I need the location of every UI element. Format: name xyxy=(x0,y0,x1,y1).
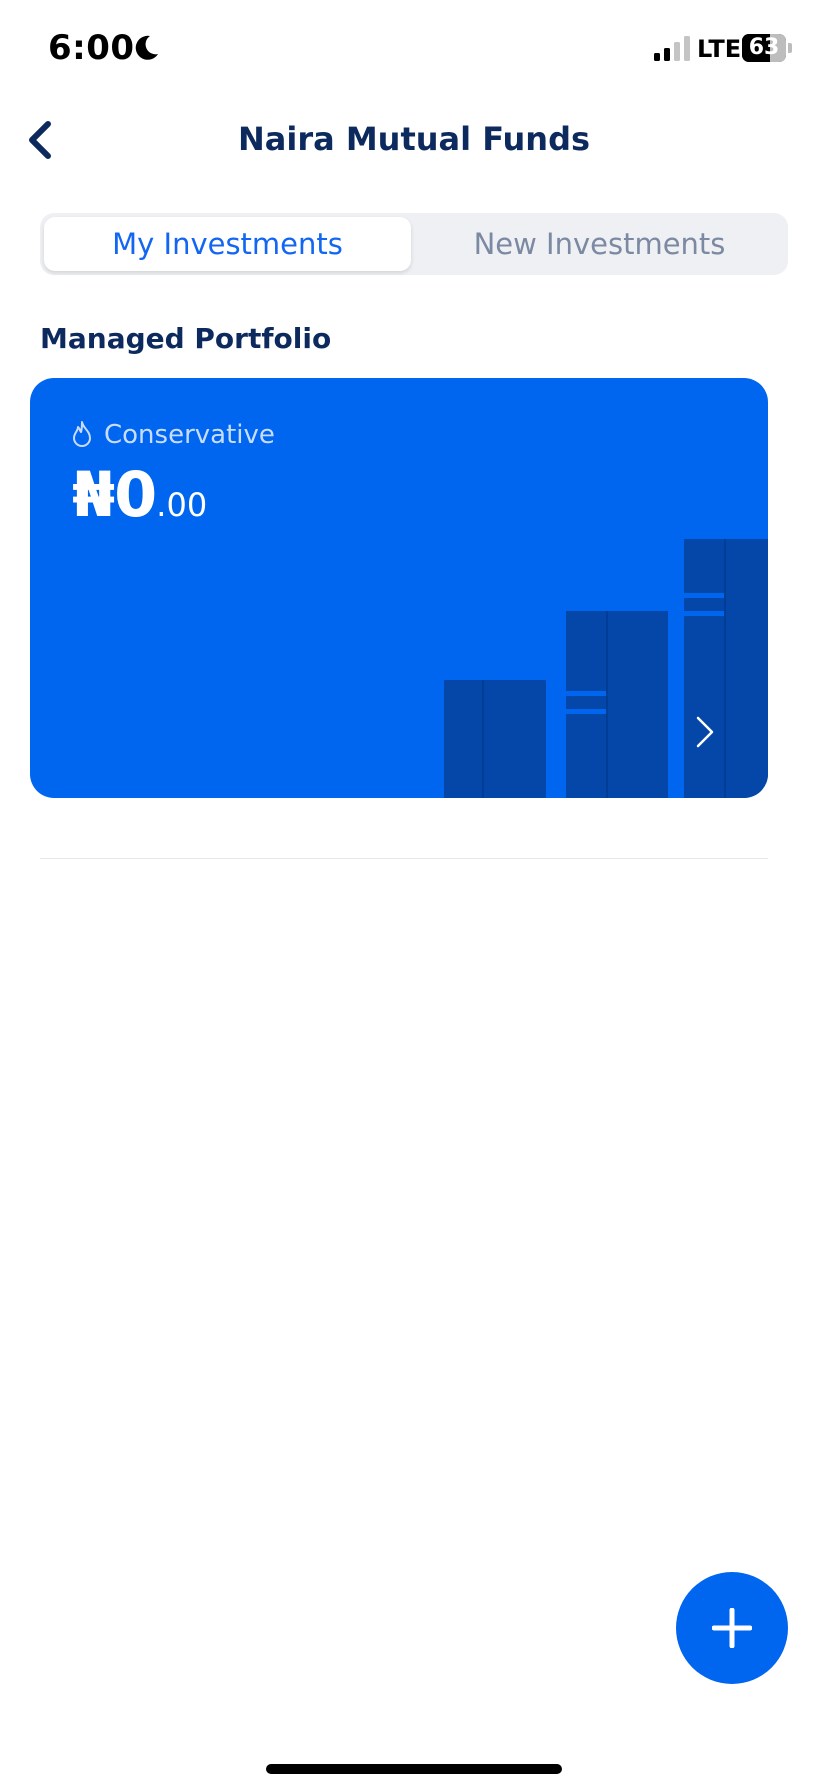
battery-icon: 63 xyxy=(742,34,792,62)
moon-icon xyxy=(135,35,158,60)
portfolio-card[interactable]: Conservative ₦0.00 xyxy=(30,378,768,798)
status-bar: 6:00 LTE 63 xyxy=(0,0,828,100)
add-investment-button[interactable] xyxy=(676,1572,788,1684)
risk-label: Conservative xyxy=(104,420,275,450)
amount-decimal: .00 xyxy=(156,486,208,524)
status-time: 6:00 xyxy=(48,28,135,68)
page-title: Naira Mutual Funds xyxy=(237,120,591,158)
tab-my-investments[interactable]: My Investments xyxy=(44,217,411,271)
navigation-bar: Naira Mutual Funds xyxy=(0,100,828,180)
investments-tab-control: My Investments New Investments xyxy=(40,213,788,275)
flame-icon xyxy=(73,421,91,447)
home-indicator xyxy=(266,1764,562,1774)
tab-new-investments[interactable]: New Investments xyxy=(415,217,784,271)
battery-level: 63 xyxy=(748,35,780,60)
portfolio-amount: ₦0.00 xyxy=(72,458,207,531)
divider xyxy=(40,858,768,859)
plus-icon xyxy=(712,1608,752,1648)
section-title: Managed Portfolio xyxy=(40,322,332,355)
signal-icon xyxy=(654,36,690,61)
chevron-right-icon xyxy=(696,716,714,748)
network-label: LTE xyxy=(697,35,742,63)
amount-main: ₦0 xyxy=(72,458,157,531)
